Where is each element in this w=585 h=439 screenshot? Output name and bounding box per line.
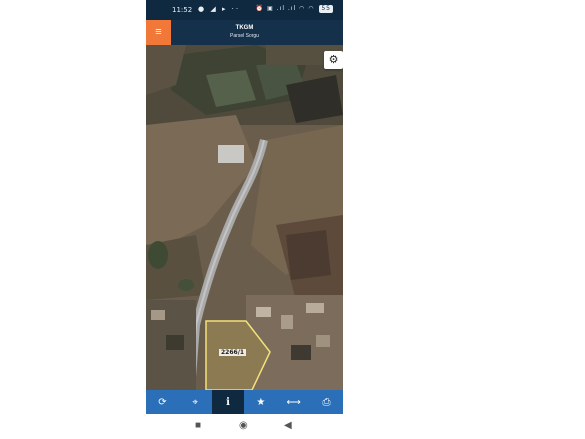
notification-icons: ● ◢ ▸ ·· — [198, 5, 241, 13]
locate-button[interactable]: ⌖ — [179, 390, 212, 414]
measure-button[interactable]: ⟷ — [277, 390, 310, 414]
measure-icon: ⟷ — [286, 396, 301, 408]
gear-icon: ⚙ — [328, 54, 339, 66]
status-bar: 11:52 ● ◢ ▸ ·· ⏰ ▣ .ıl .ıl ◠ ◠ 55 — [146, 0, 343, 20]
back-icon[interactable]: ◀ — [284, 420, 292, 431]
satellite-imagery — [146, 45, 343, 390]
system-navigation-bar: ■ ◉ ◀ — [146, 414, 343, 439]
satellite-map[interactable]: 2266/1 — [146, 45, 343, 390]
map-settings-button[interactable]: ⚙ — [324, 51, 343, 69]
bottom-toolbar: ⟳ ⌖ i ★ ⟷ ⎙ — [146, 390, 343, 414]
print-button[interactable]: ⎙ — [310, 390, 343, 414]
app-title: TKGM — [235, 25, 254, 31]
star-icon: ★ — [256, 396, 266, 408]
signal-wifi-icons: ⏰ ▣ .ıl .ıl ◠ ◠ — [255, 5, 315, 12]
info-button[interactable]: i — [211, 390, 245, 414]
battery-icon: 55 — [319, 5, 333, 13]
recents-icon[interactable]: ■ — [195, 420, 201, 431]
print-icon: ⎙ — [322, 396, 331, 408]
locate-icon: ⌖ — [192, 396, 199, 408]
home-icon[interactable]: ◉ — [239, 420, 248, 431]
app-bar: ≡ TKGM Parsel Sorgu — [146, 20, 343, 45]
favorites-button[interactable]: ★ — [244, 390, 277, 414]
status-time: 11:52 — [172, 6, 193, 14]
refresh-button[interactable]: ⟳ — [146, 390, 179, 414]
system-icons: ⏰ ▣ .ıl .ıl ◠ ◠ 55 — [256, 5, 333, 13]
info-icon: i — [226, 396, 230, 408]
parcel-number-label[interactable]: 2266/1 — [219, 349, 247, 356]
phone-screen: 11:52 ● ◢ ▸ ·· ⏰ ▣ .ıl .ıl ◠ ◠ 55 ≡ TKGM… — [146, 0, 343, 439]
refresh-icon: ⟳ — [158, 396, 167, 408]
app-subtitle: Parsel Sorgu — [230, 33, 259, 39]
